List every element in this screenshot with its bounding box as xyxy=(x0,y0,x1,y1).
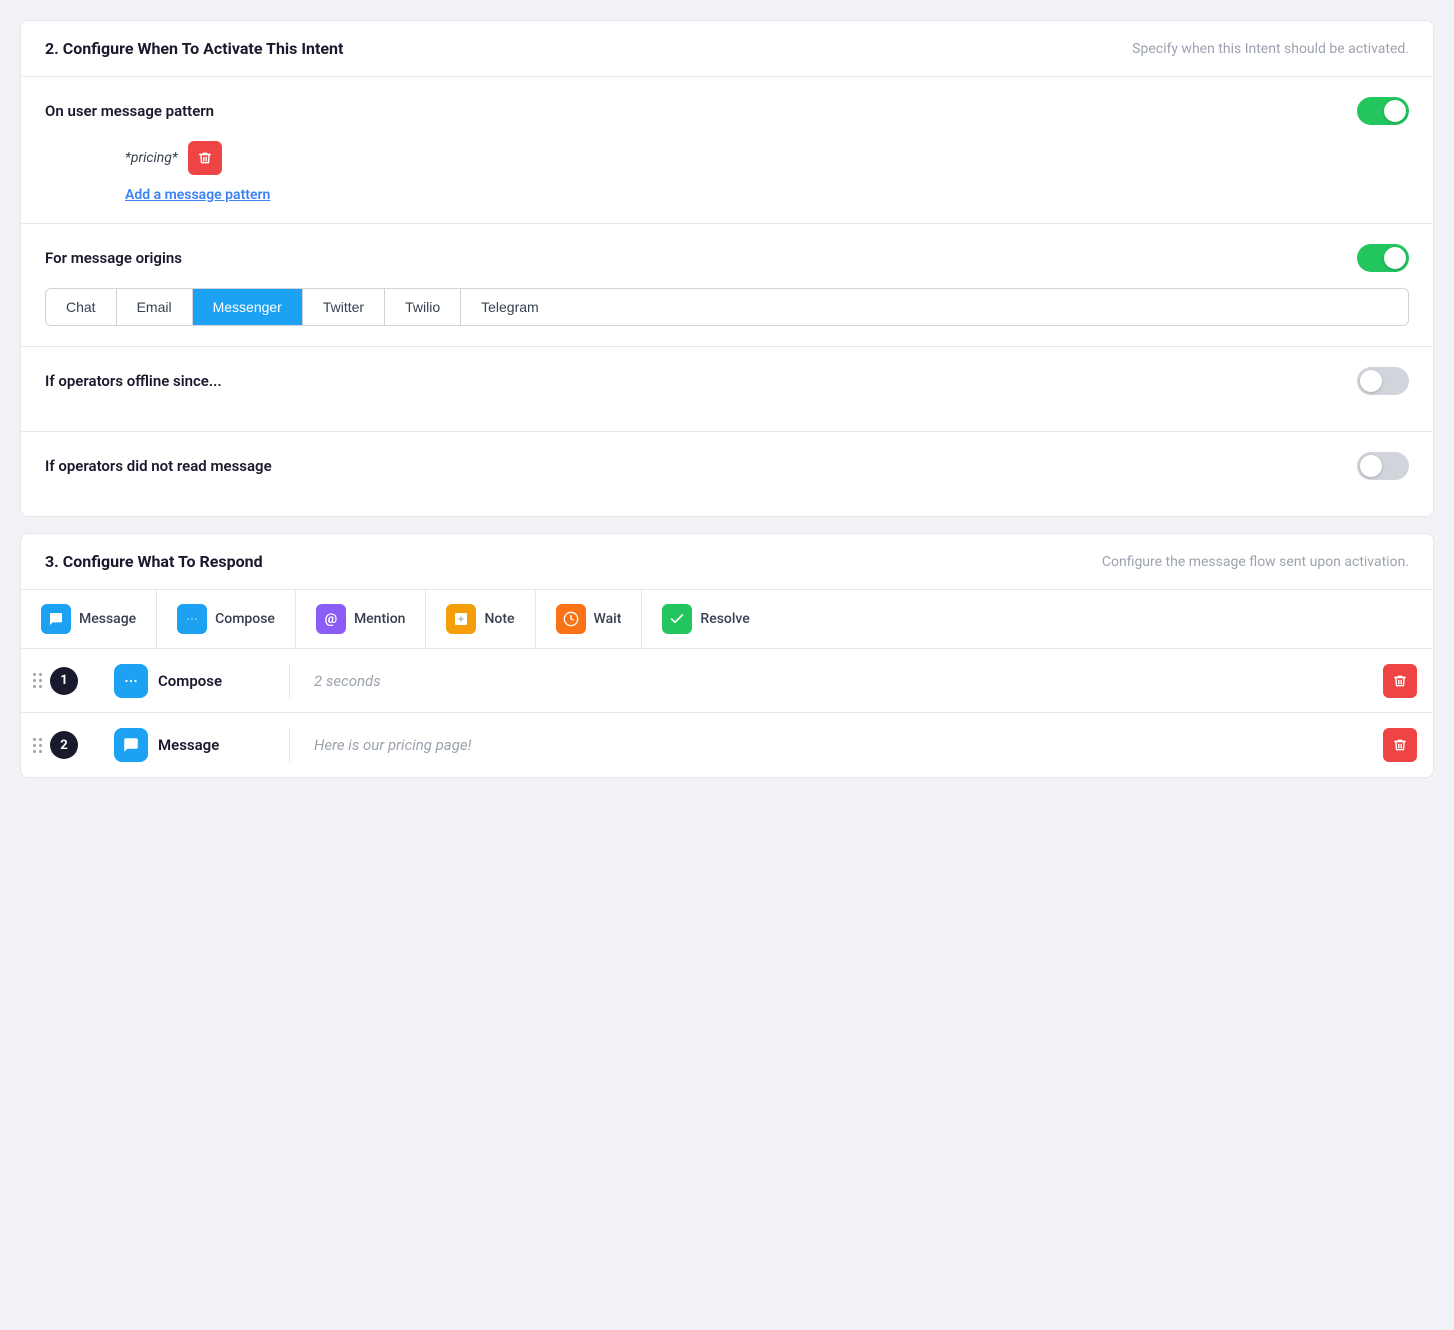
action-note[interactable]: Note xyxy=(426,590,535,648)
action-resolve-label: Resolve xyxy=(700,611,749,627)
action-wait-label: Wait xyxy=(594,611,622,627)
message-origins-section: For message origins Chat Email Messenger… xyxy=(21,224,1433,347)
action-resolve[interactable]: Resolve xyxy=(642,590,769,648)
flow-content-text-1: 2 seconds xyxy=(314,672,381,690)
action-bar: Message Compose @ Mention xyxy=(21,590,1433,649)
flow-content-text-2: Here is our pricing page! xyxy=(314,736,471,754)
origin-email-button[interactable]: Email xyxy=(117,289,193,325)
at-sign-icon: @ xyxy=(325,611,338,627)
note-icon xyxy=(453,611,469,627)
note-action-icon xyxy=(446,604,476,634)
flow-content-2: Here is our pricing page! xyxy=(290,736,1367,754)
action-mention[interactable]: @ Mention xyxy=(296,590,427,648)
clock-icon xyxy=(563,611,579,627)
action-message[interactable]: Message xyxy=(21,590,157,648)
message-action-icon xyxy=(41,604,71,634)
not-read-label: If operators did not read message xyxy=(45,457,272,475)
flow-type-1: Compose xyxy=(90,664,290,698)
flow-number-2: 2 xyxy=(50,731,78,759)
section2-card: 2. Configure When To Activate This Inten… xyxy=(20,20,1434,517)
flow-type-label-2: Message xyxy=(158,736,219,754)
flow-delete-button-2[interactable] xyxy=(1383,728,1417,762)
flow-item-1: 1 Compose 2 seconds xyxy=(21,649,1433,713)
flow-drag-1: 1 xyxy=(21,667,90,695)
toggle-knob-offline xyxy=(1360,370,1382,392)
not-read-row: If operators did not read message xyxy=(45,452,1409,480)
toggle-knob-origins xyxy=(1384,247,1406,269)
action-wait[interactable]: Wait xyxy=(536,590,643,648)
add-message-pattern-link[interactable]: Add a message pattern xyxy=(45,187,1409,203)
flow-type-label-1: Compose xyxy=(158,672,222,690)
compose-action-icon xyxy=(177,604,207,634)
action-message-label: Message xyxy=(79,611,136,627)
section2-subtitle: Specify when this Intent should be activ… xyxy=(1132,41,1409,57)
message-pattern-label: On user message pattern xyxy=(45,102,214,120)
section2-title: 2. Configure When To Activate This Inten… xyxy=(45,39,343,58)
message-pattern-row: On user message pattern xyxy=(45,97,1409,125)
drag-handle-icon-1 xyxy=(33,673,42,688)
offline-since-section: If operators offline since... xyxy=(21,347,1433,432)
origin-chat-button[interactable]: Chat xyxy=(46,289,117,325)
offline-since-toggle[interactable] xyxy=(1357,367,1409,395)
flow-item-2: 2 Message Here is our pricing page! xyxy=(21,713,1433,777)
action-compose-label: Compose xyxy=(215,611,275,627)
flow-drag-2: 2 xyxy=(21,731,90,759)
not-read-section: If operators did not read message xyxy=(21,432,1433,516)
section3-subtitle: Configure the message flow sent upon act… xyxy=(1102,554,1409,570)
compose-dots-icon xyxy=(122,672,140,690)
origin-telegram-button[interactable]: Telegram xyxy=(461,289,559,325)
section2-header: 2. Configure When To Activate This Inten… xyxy=(21,21,1433,77)
action-compose[interactable]: Compose xyxy=(157,590,296,648)
message-pattern-toggle[interactable] xyxy=(1357,97,1409,125)
resolve-action-icon xyxy=(662,604,692,634)
wait-action-icon xyxy=(556,604,586,634)
action-mention-label: Mention xyxy=(354,611,406,627)
not-read-toggle[interactable] xyxy=(1357,452,1409,480)
flow-number-1: 1 xyxy=(50,667,78,695)
trash-icon xyxy=(198,151,212,165)
chat-bubble-icon xyxy=(122,736,140,754)
origin-messenger-button[interactable]: Messenger xyxy=(193,289,303,325)
flow-delete-button-1[interactable] xyxy=(1383,664,1417,698)
offline-since-row: If operators offline since... xyxy=(45,367,1409,395)
message-origins-row: For message origins xyxy=(45,244,1409,272)
section3-card: 3. Configure What To Respond Configure t… xyxy=(20,533,1434,778)
message-origins-toggle[interactable] xyxy=(1357,244,1409,272)
toggle-knob xyxy=(1384,100,1406,122)
message-origins-button-group: Chat Email Messenger Twitter Twilio Tele… xyxy=(45,288,1409,326)
section3-title: 3. Configure What To Respond xyxy=(45,552,263,571)
check-icon xyxy=(669,611,685,627)
offline-since-label: If operators offline since... xyxy=(45,372,222,390)
section3-header: 3. Configure What To Respond Configure t… xyxy=(21,534,1433,590)
trash-icon-2 xyxy=(1393,738,1407,752)
flow-type-2: Message xyxy=(90,728,290,762)
drag-handle-icon-2 xyxy=(33,738,42,753)
origin-twilio-button[interactable]: Twilio xyxy=(385,289,461,325)
message-icon xyxy=(48,611,64,627)
toggle-knob-notread xyxy=(1360,455,1382,477)
message-flow-icon xyxy=(114,728,148,762)
pattern-tag-row: *pricing* xyxy=(45,141,1409,175)
trash-icon-1 xyxy=(1393,674,1407,688)
mention-action-icon: @ xyxy=(316,604,346,634)
compose-icon xyxy=(184,611,200,627)
message-origins-label: For message origins xyxy=(45,249,182,267)
pattern-delete-button[interactable] xyxy=(188,141,222,175)
action-note-label: Note xyxy=(484,611,514,627)
pattern-value: *pricing* xyxy=(125,150,178,166)
message-pattern-section: On user message pattern *pricing* Add a … xyxy=(21,77,1433,224)
flow-content-1: 2 seconds xyxy=(290,672,1367,690)
flow-delete-2 xyxy=(1367,728,1433,762)
origin-twitter-button[interactable]: Twitter xyxy=(303,289,385,325)
flow-delete-1 xyxy=(1367,664,1433,698)
compose-flow-icon xyxy=(114,664,148,698)
